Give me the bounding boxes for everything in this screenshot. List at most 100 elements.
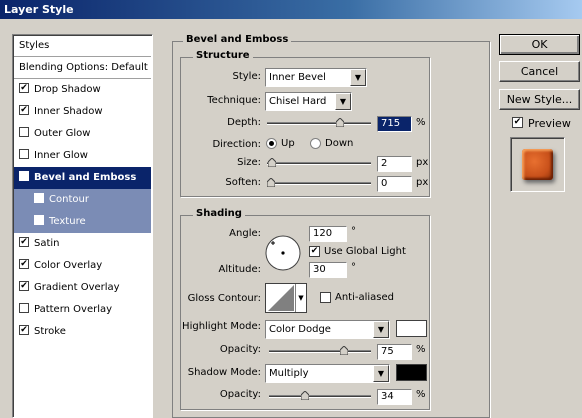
shadow-mode-value: Multiply [269,368,309,379]
size-slider-thumb[interactable] [267,157,277,168]
style-checkbox[interactable]: ✔ [19,171,29,181]
anti-aliased-label: Anti-aliased [335,292,395,303]
style-item-label: Styles [19,40,50,51]
depth-slider-thumb[interactable] [335,117,345,128]
styles-header[interactable]: Styles [14,35,151,57]
anti-aliased-checkbox[interactable] [320,292,331,303]
highlight-color-swatch[interactable] [396,320,427,337]
chevron-down-icon: ▼ [373,365,389,382]
style-item-stroke[interactable]: ✔ Stroke [14,321,151,343]
technique-label: Technique: [207,95,261,106]
style-checkbox[interactable]: ✔ [19,325,29,335]
highlight-mode-label: Highlight Mode: [182,321,261,332]
altitude-unit: ° [351,262,356,273]
direction-down-label: Down [325,138,354,149]
soften-unit: px [416,177,429,188]
altitude-label: Altitude: [218,264,261,275]
chevron-down-icon: ▼ [295,284,306,312]
style-checkbox[interactable] [19,127,29,137]
angle-input[interactable]: 120 [309,226,347,242]
highlight-opacity-slider-thumb[interactable] [339,345,348,356]
style-item-label: Drop Shadow [34,84,101,95]
style-checkbox[interactable]: ✔ [19,259,29,269]
soften-slider-thumb[interactable] [266,177,276,188]
gloss-contour-picker[interactable]: ▼ [265,283,307,313]
style-item-gradient-overlay[interactable]: ✔ Gradient Overlay [14,277,151,299]
direction-up-radio[interactable] [266,138,277,149]
soften-input[interactable]: 0 [377,176,412,192]
style-checkbox[interactable]: ✔ [19,281,29,291]
direction-down-radio[interactable] [310,138,321,149]
styles-list: Styles Blending Options: Default ✔ Drop Sha… [12,34,153,418]
global-light-checkbox[interactable]: ✔ [309,246,320,257]
size-unit: px [416,157,429,168]
style-item-label: Gradient Overlay [34,282,120,293]
style-item-pattern-overlay[interactable]: Pattern Overlay [14,299,151,321]
window-title: Layer Style [0,0,582,19]
style-checkbox[interactable]: ✔ [34,193,44,203]
style-label: Style: [232,71,262,82]
style-item-label: Blending Options: Default [19,62,148,73]
new-style-button[interactable]: New Style... [499,89,580,110]
shadow-mode-select[interactable]: Multiply ▼ [265,364,390,383]
style-checkbox[interactable] [19,149,29,159]
structure-title: Structure [193,50,253,61]
style-item-label: Outer Glow [34,128,91,139]
style-item-texture[interactable]: ✔ Texture [14,211,151,233]
chevron-down-icon: ▼ [335,93,351,110]
style-item-label: Texture [49,216,86,227]
style-item-label: Color Overlay [34,260,103,271]
style-item-label: Contour [49,194,89,205]
soften-label: Soften: [225,177,261,188]
depth-unit: % [416,117,426,128]
size-label: Size: [237,157,261,168]
angle-unit: ° [351,226,356,237]
size-input[interactable]: 2 [377,156,412,172]
gloss-contour-label: Gloss Contour: [187,293,261,304]
highlight-opacity-input[interactable]: 75 [377,344,412,360]
highlight-opacity-slider-track[interactable] [269,350,371,353]
shadow-mode-label: Shadow Mode: [187,367,261,378]
blending-options-item[interactable]: Blending Options: Default [14,57,151,79]
soften-slider-track[interactable] [267,182,371,185]
style-item-color-overlay[interactable]: ✔ Color Overlay [14,255,151,277]
highlight-mode-value: Color Dodge [269,324,331,335]
depth-input[interactable]: 715 [377,116,412,132]
chevron-down-icon: ▼ [373,321,389,338]
shadow-color-swatch[interactable] [396,364,427,381]
cancel-button[interactable]: Cancel [499,61,580,82]
depth-slider-track[interactable] [267,122,371,125]
style-checkbox[interactable]: ✔ [19,105,29,115]
highlight-mode-select[interactable]: Color Dodge ▼ [265,320,390,339]
size-slider-track[interactable] [267,162,371,165]
contour-icon [268,285,294,311]
style-item-label: Stroke [34,326,66,337]
chevron-down-icon: ▼ [350,69,366,86]
style-item-contour[interactable]: ✔ Contour [14,189,151,211]
preview-checkbox[interactable]: ✔ [512,117,523,128]
altitude-input[interactable]: 30 [309,262,347,278]
shadow-opacity-input[interactable]: 34 [377,389,412,405]
shadow-opacity-label: Opacity: [219,389,261,400]
style-item-inner-shadow[interactable]: ✔ Inner Shadow [14,101,151,123]
style-checkbox[interactable]: ✔ [19,83,29,93]
direction-up-label: Up [281,138,295,149]
preview-swatch [522,149,553,180]
shadow-opacity-slider-track[interactable] [269,395,371,398]
style-select[interactable]: Inner Bevel ▼ [265,68,367,87]
style-item-satin[interactable]: ✔ Satin [14,233,151,255]
technique-select[interactable]: Chisel Hard ▼ [265,92,352,111]
ok-button[interactable]: OK [499,34,580,55]
highlight-opacity-label: Opacity: [219,344,261,355]
style-item-drop-shadow[interactable]: ✔ Drop Shadow [14,79,151,101]
style-checkbox[interactable]: ✔ [19,237,29,247]
style-checkbox[interactable] [19,303,29,313]
style-item-outer-glow[interactable]: Outer Glow [14,123,151,145]
style-item-label: Inner Glow [34,150,88,161]
style-item-bevel-and-emboss[interactable]: ✔ Bevel and Emboss [14,167,151,189]
style-item-label: Pattern Overlay [34,304,113,315]
angle-dial[interactable] [264,234,302,272]
style-checkbox[interactable]: ✔ [34,215,44,225]
shadow-opacity-slider-thumb[interactable] [300,390,310,401]
style-item-inner-glow[interactable]: Inner Glow [14,145,151,167]
